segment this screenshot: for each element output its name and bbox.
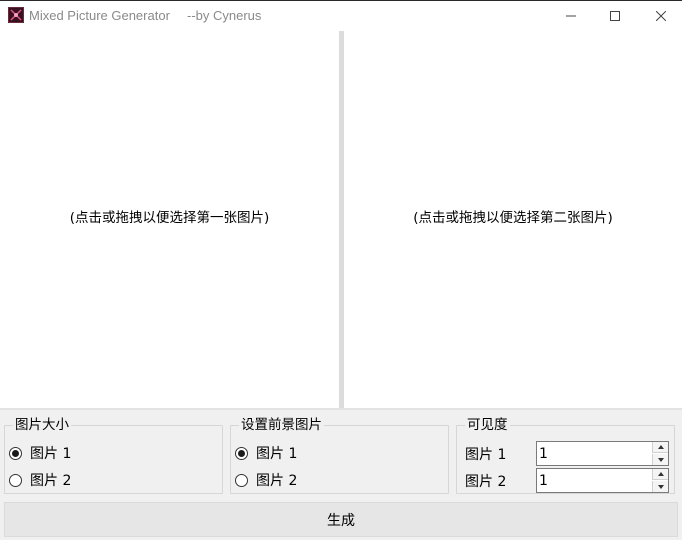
visibility-image-2-input[interactable] — [537, 469, 653, 492]
visibility-image-1-spin-buttons — [652, 442, 668, 465]
size-image-1-radio[interactable] — [9, 446, 22, 460]
maximize-button[interactable] — [592, 0, 638, 31]
visibility-image-1-up-button[interactable] — [652, 442, 668, 453]
app-window: Mixed Picture Generator --by Cynerus (点击… — [0, 0, 682, 540]
foreground-image-2-label: 图片 2 — [256, 473, 298, 489]
arrow-up-icon — [657, 472, 664, 476]
foreground-group-title: 设置前景图片 — [239, 416, 324, 434]
visibility-image-1-label: 图片 1 — [465, 447, 507, 463]
visibility-image-2-down-button[interactable] — [652, 481, 668, 492]
arrow-down-icon — [657, 457, 664, 462]
window-title: Mixed Picture Generator — [29, 8, 170, 23]
visibility-image-2-spinbox[interactable] — [536, 468, 669, 493]
foreground-option-image-1[interactable]: 图片 1 — [235, 443, 297, 463]
image-size-group: 图片大小 图片 1 图片 2 — [4, 416, 223, 494]
visibility-image-1-spinbox[interactable] — [536, 441, 669, 466]
image-2-drop-area[interactable]: (点击或拖拽以便选择第二张图片) — [344, 31, 682, 408]
divider — [0, 408, 682, 410]
foreground-image-1-radio[interactable] — [235, 446, 248, 460]
size-option-image-1[interactable]: 图片 1 — [9, 443, 71, 463]
visibility-image-1-down-button[interactable] — [652, 454, 668, 465]
visibility-image-1-input[interactable] — [537, 442, 653, 465]
arrow-up-icon — [657, 445, 664, 449]
foreground-group: 设置前景图片 图片 1 图片 2 — [230, 416, 449, 494]
visibility-image-2-label: 图片 2 — [465, 474, 507, 490]
size-image-2-radio[interactable] — [9, 473, 22, 487]
visibility-group-title: 可见度 — [465, 416, 510, 434]
image-size-group-title: 图片大小 — [13, 416, 71, 434]
title-bar[interactable]: Mixed Picture Generator --by Cynerus — [0, 0, 682, 31]
foreground-image-2-radio[interactable] — [235, 473, 248, 487]
image-1-drop-area[interactable]: (点击或拖拽以便选择第一张图片) — [0, 31, 339, 408]
visibility-image-2-up-button[interactable] — [652, 469, 668, 480]
close-button[interactable] — [638, 0, 682, 31]
window-author: --by Cynerus — [187, 8, 262, 23]
minimize-icon — [566, 15, 576, 16]
minimize-button[interactable] — [548, 0, 594, 31]
visibility-image-2-spin-buttons — [652, 469, 668, 492]
size-image-1-label: 图片 1 — [30, 446, 72, 462]
size-image-2-label: 图片 2 — [30, 473, 72, 489]
close-icon — [656, 10, 666, 21]
visibility-group: 可见度 图片 1 图片 2 — [456, 416, 675, 494]
image-2-hint: (点击或拖拽以便选择第二张图片) — [413, 209, 613, 226]
foreground-option-image-2[interactable]: 图片 2 — [235, 470, 297, 490]
app-icon[interactable] — [8, 7, 24, 23]
size-option-image-2[interactable]: 图片 2 — [9, 470, 71, 490]
image-1-hint: (点击或拖拽以便选择第一张图片) — [69, 209, 270, 226]
generate-button[interactable]: 生成 — [4, 502, 678, 537]
arrow-down-icon — [657, 484, 664, 489]
foreground-image-1-label: 图片 1 — [256, 446, 298, 462]
maximize-icon — [610, 10, 620, 21]
